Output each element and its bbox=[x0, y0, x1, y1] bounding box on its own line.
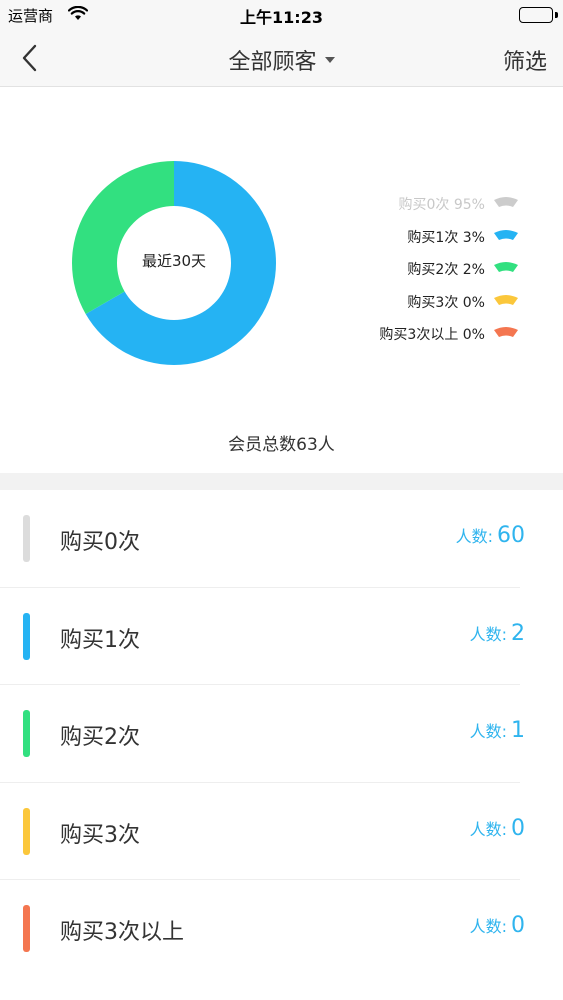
legend-swatch-icon bbox=[493, 326, 519, 342]
nav-bar: 全部顾客 筛选 bbox=[0, 30, 563, 87]
list-item-label: 购买2次 bbox=[60, 725, 140, 750]
chart-section: 最近30天 购买0次 95% 购买1次 3% 购买2次 2% 购买3次 0% 购… bbox=[0, 88, 563, 473]
donut-center-label: 最近30天 bbox=[141, 252, 207, 270]
list-item-label: 购买3次 bbox=[60, 822, 140, 848]
color-bar bbox=[23, 905, 30, 952]
status-bar: 运营商 上午11:23 bbox=[0, 0, 563, 30]
member-count: 人数: 1 bbox=[470, 718, 525, 743]
legend-item-buy-1[interactable]: 购买1次 3% bbox=[379, 221, 519, 254]
legend-item-buy-3-plus[interactable]: 购买3次以上 0% bbox=[379, 318, 519, 351]
member-count: 人数: 2 bbox=[470, 621, 525, 646]
color-bar bbox=[23, 612, 30, 660]
legend-item-buy-0[interactable]: 购买0次 95% bbox=[379, 188, 519, 221]
total-members: 会员总数63人 bbox=[228, 435, 335, 455]
count-value: 0 bbox=[511, 913, 525, 938]
list-item-buy-3[interactable]: 购买3次 人数: 0 bbox=[0, 783, 563, 880]
member-count: 人数: 0 bbox=[470, 816, 525, 841]
color-bar bbox=[23, 515, 30, 562]
legend-label: 购买3次以上 0% bbox=[379, 327, 485, 344]
legend-label: 购买2次 2% bbox=[407, 262, 485, 279]
legend-swatch-icon bbox=[493, 261, 519, 277]
count-label: 人数: bbox=[469, 722, 507, 741]
legend-swatch-icon bbox=[493, 196, 519, 212]
count-label: 人数: bbox=[455, 527, 493, 546]
chart-legend: 购买0次 95% 购买1次 3% 购买2次 2% 购买3次 0% 购买3次以上 … bbox=[379, 188, 519, 351]
list-item-label: 购买3次以上 bbox=[60, 920, 184, 945]
count-label: 人数: bbox=[469, 917, 507, 936]
legend-item-buy-3[interactable]: 购买3次 0% bbox=[379, 286, 519, 319]
member-count: 人数: 0 bbox=[470, 913, 525, 938]
battery-icon bbox=[519, 7, 553, 23]
filter-button[interactable]: 筛选 bbox=[503, 44, 547, 76]
customer-type-dropdown[interactable]: 全部顾客 bbox=[228, 44, 335, 76]
page-title-text: 全部顾客 bbox=[228, 50, 317, 75]
list-item-label: 购买0次 bbox=[60, 530, 140, 555]
donut-slice-2[interactable] bbox=[72, 161, 174, 314]
legend-label: 购买3次 0% bbox=[407, 294, 485, 311]
list-item-buy-1[interactable]: 购买1次 人数: 2 bbox=[0, 588, 563, 685]
list-item-buy-2[interactable]: 购买2次 人数: 1 bbox=[0, 685, 563, 783]
legend-item-buy-2[interactable]: 购买2次 2% bbox=[379, 253, 519, 286]
legend-label: 购买1次 3% bbox=[407, 229, 485, 246]
list-item-label: 购买1次 bbox=[60, 627, 140, 653]
count-value: 2 bbox=[511, 620, 525, 646]
section-separator bbox=[0, 473, 563, 490]
count-label: 人数: bbox=[469, 819, 507, 839]
legend-swatch-icon bbox=[493, 229, 519, 245]
count-value: 1 bbox=[511, 718, 525, 743]
legend-label: 购买0次 95% bbox=[398, 197, 485, 214]
legend-swatch-icon bbox=[493, 294, 519, 310]
purchase-count-list: 购买0次 人数: 60 购买1次 人数: 2 购买2次 人数: 1 购买3次 人数: 0… bbox=[0, 490, 563, 978]
count-value: 0 bbox=[511, 815, 525, 841]
count-value: 60 bbox=[497, 523, 525, 548]
caret-down-icon bbox=[324, 57, 335, 63]
count-label: 人数: bbox=[469, 624, 507, 644]
color-bar bbox=[23, 807, 30, 855]
color-bar bbox=[23, 710, 30, 757]
battery-tip bbox=[555, 12, 558, 18]
list-item-buy-0[interactable]: 购买0次 人数: 60 bbox=[0, 490, 563, 588]
clock: 上午11:23 bbox=[240, 8, 323, 27]
page-title: 全部顾客 bbox=[0, 44, 563, 76]
list-item-buy-3-plus[interactable]: 购买3次以上 人数: 0 bbox=[0, 880, 563, 978]
member-count: 人数: 60 bbox=[456, 523, 525, 548]
